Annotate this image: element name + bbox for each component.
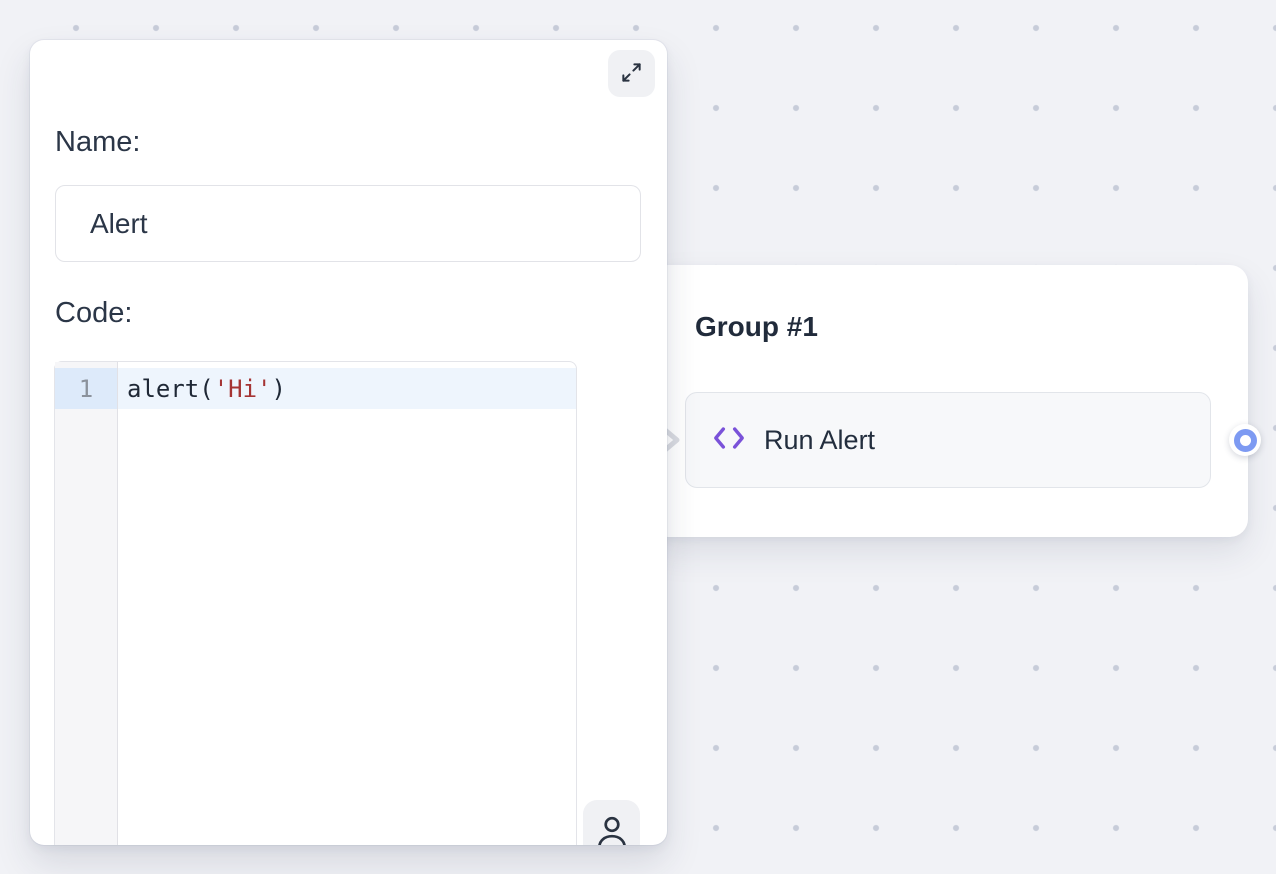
code-label: Code:: [55, 296, 132, 330]
expand-button[interactable]: [608, 50, 655, 97]
name-label: Name:: [55, 125, 140, 159]
node-run-alert[interactable]: Run Alert: [685, 392, 1211, 488]
name-input[interactable]: [55, 185, 641, 262]
user-icon: [594, 812, 630, 845]
user-button[interactable]: [583, 800, 640, 845]
code-token: ): [272, 375, 286, 403]
node-editor-panel: Name: Code: 1 alert('Hi'): [30, 40, 667, 845]
code-icon: [712, 424, 746, 457]
node-label: Run Alert: [764, 425, 875, 456]
editor-code-area[interactable]: alert('Hi'): [118, 362, 576, 845]
line-number: 1: [55, 368, 117, 409]
group-title: Group #1: [695, 311, 818, 343]
editor-gutter: 1: [55, 362, 118, 845]
connector-dot: [1234, 429, 1257, 452]
code-editor[interactable]: 1 alert('Hi'): [54, 361, 577, 845]
code-token: 'Hi': [214, 375, 272, 403]
output-connector-handle[interactable]: [1229, 424, 1261, 456]
group-card[interactable]: Group #1 Run Alert: [650, 265, 1248, 537]
expand-icon: [620, 61, 643, 87]
code-token: alert(: [127, 375, 214, 403]
flow-canvas[interactable]: Group #1 Run Alert: [0, 0, 1276, 874]
code-line: alert('Hi'): [118, 368, 576, 409]
